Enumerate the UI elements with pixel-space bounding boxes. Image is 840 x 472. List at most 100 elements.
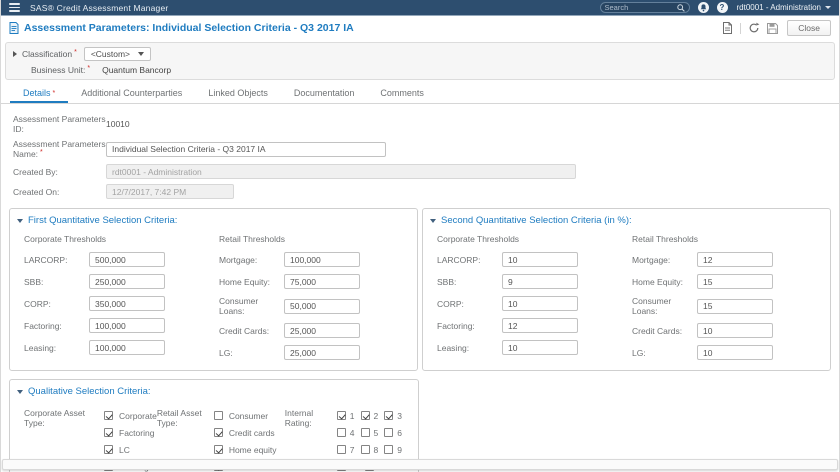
assessment-id-value: 10010: [106, 119, 130, 129]
checkbox-icon[interactable]: [336, 411, 346, 420]
leasing-pct-input[interactable]: [502, 340, 578, 355]
sbb-threshold-input[interactable]: [89, 274, 165, 289]
larcorp-pct-input[interactable]: [502, 252, 578, 267]
chevron-down-icon: [825, 6, 831, 9]
credit-cards-threshold-input[interactable]: [284, 323, 360, 338]
help-icon[interactable]: ?: [716, 2, 728, 13]
checkbox-icon[interactable]: [336, 445, 346, 454]
checkbox-icon[interactable]: [336, 428, 346, 437]
home-equity-threshold-input[interactable]: [284, 274, 360, 289]
corp-threshold-input[interactable]: [89, 296, 165, 311]
collapse-arrow-icon[interactable]: [430, 218, 436, 223]
rating-3-checkbox[interactable]: 3: [384, 411, 402, 421]
first-quantitative-panel: First Quantitative Selection Criteria: C…: [9, 208, 418, 371]
search-icon[interactable]: [676, 3, 685, 12]
collapse-arrow-icon[interactable]: [17, 389, 23, 394]
close-button[interactable]: Close: [787, 20, 831, 36]
consumer-loans-pct-input[interactable]: [697, 298, 773, 314]
checkbox-icon[interactable]: [384, 428, 394, 437]
consumer-loans-threshold-input[interactable]: [284, 298, 360, 314]
factoring-threshold-input[interactable]: [89, 318, 165, 333]
rating-8-checkbox[interactable]: 8: [360, 445, 378, 455]
rating-9-checkbox[interactable]: 9: [384, 445, 402, 455]
footer-bar[interactable]: [2, 459, 838, 470]
field-label: CORP:: [437, 298, 464, 309]
collapse-arrow-icon[interactable]: [17, 218, 23, 223]
report-icon[interactable]: [722, 22, 733, 34]
rating-5-checkbox[interactable]: 5: [360, 428, 378, 438]
tab-comments[interactable]: Comments: [367, 84, 437, 103]
save-icon[interactable]: [767, 22, 779, 34]
tab-details[interactable]: Details *: [10, 84, 69, 103]
corp-pct-input[interactable]: [502, 296, 578, 311]
panel-title: First Quantitative Selection Criteria:: [28, 215, 178, 226]
classification-label: Classification *: [22, 49, 77, 59]
created-by-label: Created By:: [13, 166, 58, 177]
required-marker: *: [74, 49, 77, 56]
rating-1-checkbox[interactable]: 1: [336, 411, 355, 421]
expand-arrow-icon[interactable]: [13, 51, 17, 57]
chevron-down-icon: [138, 52, 145, 56]
classification-dropdown[interactable]: <Custom>: [83, 47, 152, 61]
rating-4-checkbox[interactable]: 4: [336, 428, 355, 438]
search-input[interactable]: [604, 3, 677, 12]
larcorp-threshold-input[interactable]: [89, 252, 165, 267]
consumer-checkbox[interactable]: Consumer: [213, 407, 277, 424]
tab-bar: Details * Additional Counterparties Linke…: [1, 84, 839, 104]
checkbox-icon[interactable]: [213, 428, 223, 437]
checkbox-icon[interactable]: [213, 445, 223, 454]
rating-2-checkbox[interactable]: 2: [360, 411, 378, 421]
refresh-icon[interactable]: [748, 22, 760, 34]
sbb-pct-input[interactable]: [502, 274, 578, 289]
menu-icon[interactable]: [9, 3, 20, 12]
lc-checkbox[interactable]: LC: [104, 441, 157, 458]
toolbar-divider: [740, 22, 742, 34]
lg-pct-input[interactable]: [697, 345, 773, 360]
application-window: SAS® Credit Assessment Manager ? rdt0001…: [0, 0, 840, 472]
checkbox-icon[interactable]: [360, 411, 370, 420]
tab-additional-counterparties[interactable]: Additional Counterparties: [68, 84, 195, 103]
mortgage-threshold-input[interactable]: [284, 252, 360, 267]
classification-value: <Custom>: [90, 49, 131, 59]
assessment-name-input[interactable]: [106, 141, 386, 157]
second-quantitative-panel: Second Quantitative Selection Criteria (…: [422, 208, 831, 371]
checkbox-icon[interactable]: [384, 445, 394, 454]
credit-cards-pct-input[interactable]: [697, 323, 773, 338]
credit-cards-checkbox[interactable]: Credit cards: [213, 424, 277, 441]
tab-linked-objects[interactable]: Linked Objects: [195, 84, 281, 103]
retail-thresholds-header: Retail Thresholds: [632, 234, 698, 244]
lg-threshold-input[interactable]: [284, 345, 360, 360]
checkbox-icon[interactable]: [384, 411, 394, 420]
checkbox-icon[interactable]: [213, 411, 223, 420]
home-equity-checkbox[interactable]: Home equity: [213, 441, 277, 458]
field-label: Home Equity:: [219, 276, 271, 287]
corporate-checkbox[interactable]: Corporate: [104, 407, 157, 424]
checkbox-icon[interactable]: [104, 428, 113, 437]
mortgage-pct-input[interactable]: [697, 252, 773, 267]
factoring-checkbox[interactable]: Factoring: [104, 424, 157, 441]
object-toolbar: Close: [722, 20, 831, 36]
notifications-icon[interactable]: [697, 2, 709, 13]
factoring-pct-input[interactable]: [502, 318, 578, 333]
checkbox-icon[interactable]: [360, 445, 370, 454]
panel-title: Second Quantitative Selection Criteria (…: [441, 215, 632, 226]
classification-section: Classification * <Custom> Business Unit: *…: [5, 42, 835, 80]
business-unit-value: Quantum Bancorp: [102, 65, 172, 75]
global-search[interactable]: [599, 2, 690, 13]
rating-6-checkbox[interactable]: 6: [384, 428, 402, 438]
home-equity-pct-input[interactable]: [697, 274, 773, 289]
leasing-threshold-input[interactable]: [89, 340, 165, 355]
field-label: LG:: [632, 347, 646, 358]
required-marker: *: [87, 65, 91, 72]
field-label: Factoring:: [24, 320, 62, 331]
user-menu[interactable]: rdt0001 - Administration: [737, 3, 831, 12]
checkbox-icon[interactable]: [360, 428, 370, 437]
tab-documentation[interactable]: Documentation: [281, 84, 368, 103]
app-bar: SAS® Credit Assessment Manager ? rdt0001…: [1, 0, 839, 16]
field-label: SBB:: [24, 276, 44, 287]
checkbox-icon[interactable]: [104, 411, 113, 420]
checkbox-icon[interactable]: [104, 445, 113, 454]
retail-thresholds-header: Retail Thresholds: [219, 234, 285, 244]
panel-title: Qualitative Selection Criteria:: [28, 386, 151, 397]
rating-7-checkbox[interactable]: 7: [336, 445, 355, 455]
